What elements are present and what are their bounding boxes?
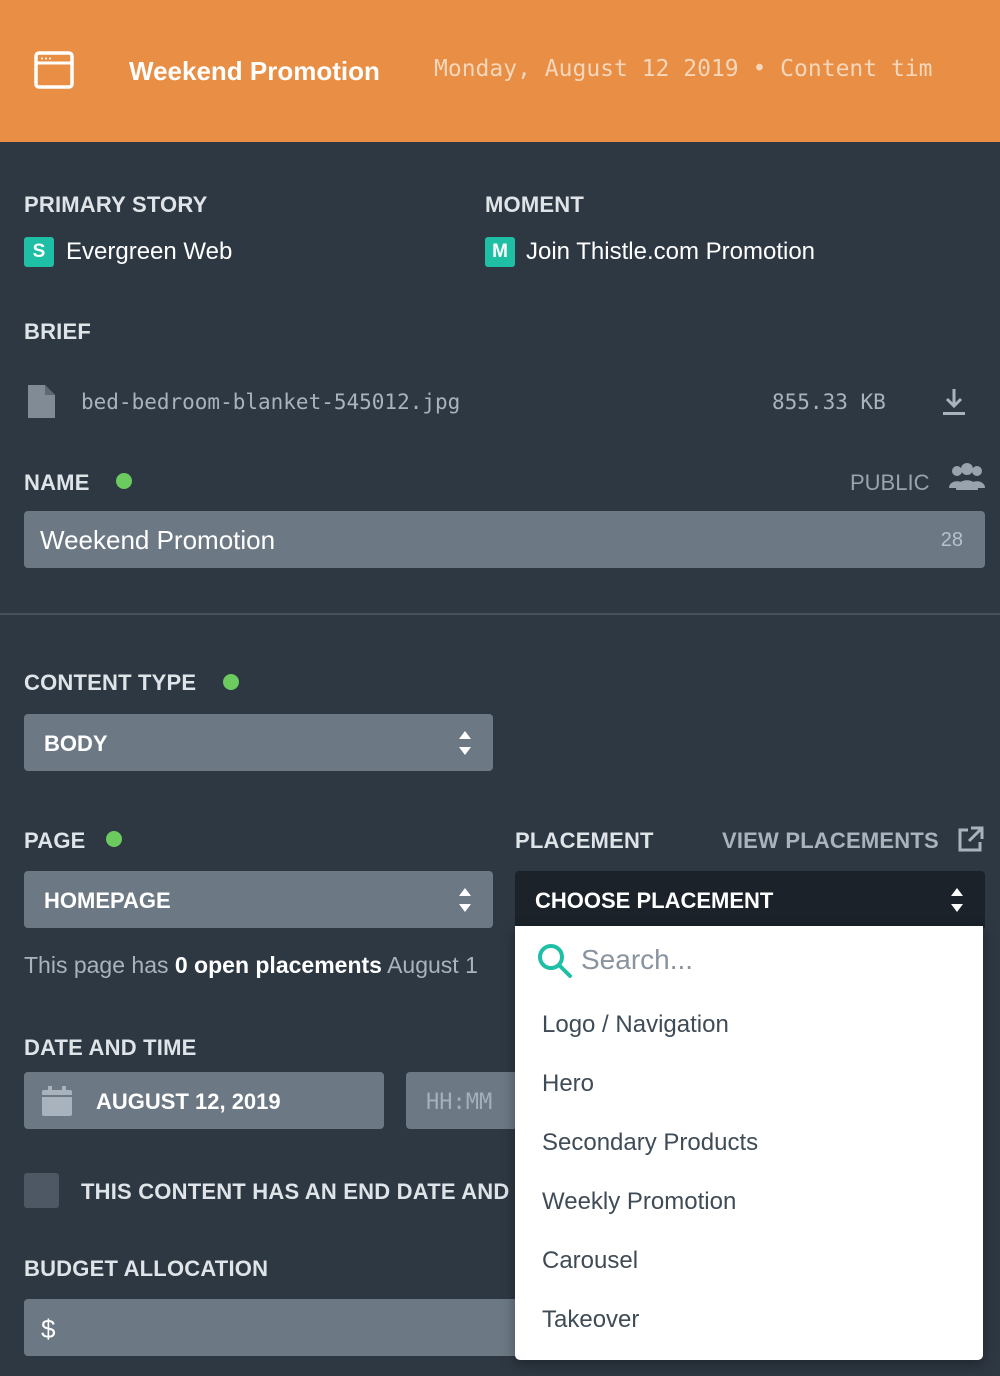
search-icon <box>536 942 574 985</box>
info-suffix: August 1 <box>381 952 478 978</box>
primary-story-label: PRIMARY STORY <box>24 192 208 217</box>
placement-dropdown: Logo / Navigation Hero Secondary Product… <box>515 926 983 1360</box>
end-date-checkbox[interactable] <box>24 1173 59 1208</box>
moment-name[interactable]: Join Thistle.com Promotion <box>526 238 815 266</box>
placement-value: CHOOSE PLACEMENT <box>535 888 774 913</box>
placement-search-input[interactable] <box>581 938 961 982</box>
date-time-label: DATE AND TIME <box>24 1035 197 1060</box>
time-placeholder: HH:MM <box>426 1090 493 1115</box>
file-icon <box>26 383 57 425</box>
name-input[interactable]: Weekend Promotion 28 <box>24 511 985 568</box>
placement-option[interactable]: Carousel <box>542 1247 638 1275</box>
page-status-dot <box>106 831 122 847</box>
header-subtitle: Monday, August 12 2019 • Content tim <box>434 56 933 82</box>
content-type-select[interactable]: BODY <box>24 714 493 771</box>
header-title: Weekend Promotion <box>129 56 380 86</box>
brief-label: BRIEF <box>24 319 91 344</box>
brief-filesize: 855.33 KB <box>772 390 886 414</box>
currency-symbol: $ <box>41 1314 56 1344</box>
time-input[interactable]: HH:MM <box>406 1072 515 1129</box>
date-value: AUGUST 12, 2019 <box>96 1089 281 1114</box>
primary-story-name[interactable]: Evergreen Web <box>66 238 232 266</box>
page-label: PAGE <box>24 828 86 853</box>
end-date-label-wrap: THIS CONTENT HAS AN END DATE AND TIME <box>81 1179 515 1207</box>
open-placements-count: 0 open placements <box>174 952 382 978</box>
char-count: 28 <box>940 529 963 551</box>
placement-option[interactable]: Logo / Navigation <box>542 1011 729 1039</box>
users-icon[interactable] <box>949 462 985 497</box>
story-badge: S <box>24 237 54 267</box>
end-date-label: THIS CONTENT HAS AN END DATE AND TIME <box>81 1179 515 1204</box>
budget-label: BUDGET ALLOCATION <box>24 1256 269 1281</box>
app-header: Weekend Promotion Monday, August 12 2019… <box>0 0 1000 142</box>
brief-filename[interactable]: bed-bedroom-blanket-545012.jpg <box>81 390 460 414</box>
moment-label: MOMENT <box>485 192 584 217</box>
placement-label: PLACEMENT <box>515 828 654 853</box>
content-type-value: BODY <box>44 731 108 756</box>
page-select[interactable]: HOMEPAGE <box>24 871 493 928</box>
calendar-icon <box>41 1085 73 1122</box>
content-type-label: CONTENT TYPE <box>24 670 197 695</box>
name-label: NAME <box>24 470 90 495</box>
view-placements-link[interactable]: VIEW PLACEMENTS <box>722 828 939 854</box>
section-divider <box>0 613 1000 615</box>
placement-option[interactable]: Takeover <box>542 1306 639 1334</box>
name-input-value[interactable]: Weekend Promotion <box>40 525 275 556</box>
moment-badge: M <box>485 237 515 267</box>
content-type-status-dot <box>223 674 239 690</box>
select-arrows-icon <box>950 885 964 915</box>
browser-window-icon[interactable] <box>34 51 74 94</box>
placement-option[interactable]: Hero <box>542 1070 594 1098</box>
placement-option[interactable]: Weekly Promotion <box>542 1188 736 1216</box>
budget-input[interactable]: $ <box>24 1299 515 1356</box>
visibility-label[interactable]: PUBLIC <box>850 470 929 496</box>
download-icon[interactable] <box>942 387 966 422</box>
select-arrows-icon <box>458 885 472 915</box>
page-value: HOMEPAGE <box>44 888 171 913</box>
external-link-icon[interactable] <box>956 826 984 859</box>
info-prefix: This page has <box>24 952 175 978</box>
select-arrows-icon <box>458 728 472 758</box>
date-picker[interactable]: AUGUST 12, 2019 <box>24 1072 384 1129</box>
name-status-dot <box>116 473 132 489</box>
placement-select[interactable]: CHOOSE PLACEMENT <box>515 871 985 928</box>
placement-option[interactable]: Secondary Products <box>542 1129 758 1157</box>
page-placement-info: This page has 0 open placements August 1 <box>24 952 515 982</box>
